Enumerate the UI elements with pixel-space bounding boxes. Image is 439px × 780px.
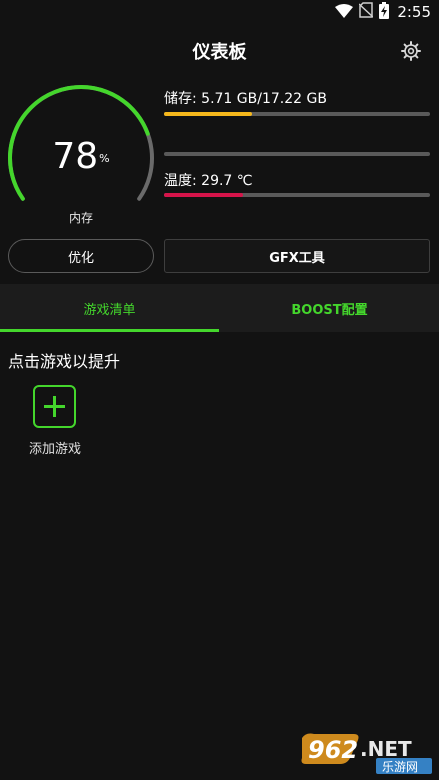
settings-button[interactable] [399,39,423,63]
temperature-bar [164,193,430,197]
gear-icon [399,41,423,67]
watermark-logo: 962 .NET 乐游网 [298,730,434,776]
watermark-brand: 962 [308,736,358,764]
section-title: 点击游戏以提升 [8,352,121,371]
gfx-tool-button[interactable]: GFX工具 [164,239,430,273]
storage-bar-fill [164,112,253,116]
storage-label: 储存: 5.71 GB/17.22 GB [164,91,327,107]
watermark-suffix: .NET [360,737,412,761]
tab-boost-config[interactable]: BOOST配置 [220,284,439,332]
add-game-button[interactable] [33,385,76,428]
tab-active-indicator [0,329,219,332]
optimize-button[interactable]: 优化 [8,239,154,273]
tab-game-list[interactable]: 游戏清单 [0,284,219,332]
usage-bar [164,152,430,156]
tab-bar: 游戏清单 BOOST配置 [0,284,439,332]
status-bar: 2:55 [0,0,439,24]
status-icons: 2:55 [335,1,431,23]
memory-unit: % [99,152,110,165]
watermark-subtitle: 乐游网 [382,760,418,774]
dashboard-screen: 2:55 仪表板 78% 内存 储存: 5.71 GB/17.22 GB 温度:… [0,0,439,780]
temperature-label: 温度: 29.7 ℃ [164,173,253,189]
memory-label: 内存 [68,211,93,225]
no-sim-icon [358,2,374,22]
temperature-bar-fill [164,193,243,197]
storage-bar [164,112,430,116]
memory-gauge: 78% 内存 [6,83,156,233]
wifi-icon [335,3,354,22]
memory-value: 78 [52,136,99,177]
page-title: 仪表板 [192,42,247,63]
status-time: 2:55 [397,3,431,21]
add-game-label: 添加游戏 [28,442,81,457]
battery-charging-icon [379,1,390,23]
memory-percentage: 78% [6,135,156,179]
